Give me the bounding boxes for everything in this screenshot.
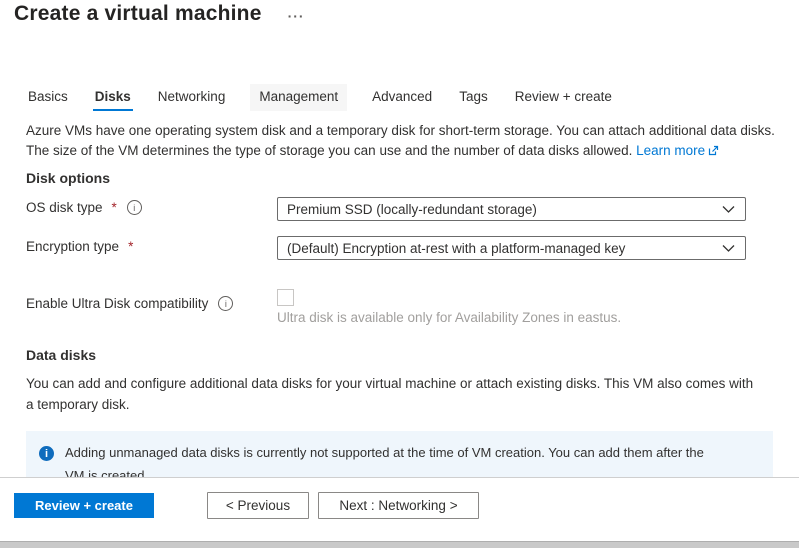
required-marker: * <box>128 239 133 254</box>
create-vm-page: Create a virtual machine ··· Basics Disks… <box>0 0 799 548</box>
more-options-icon[interactable]: ··· <box>288 8 305 24</box>
tab-bar: Basics Disks Networking Management Advanced T… <box>26 84 614 111</box>
info-icon: i <box>39 446 54 461</box>
encryption-type-label: Encryption type* <box>26 239 133 254</box>
data-disks-heading: Data disks <box>26 347 96 363</box>
tab-basics[interactable]: Basics <box>26 84 70 111</box>
external-link-icon <box>708 142 719 162</box>
previous-button[interactable]: < Previous <box>207 492 309 519</box>
os-disk-type-dropdown[interactable]: Premium SSD (locally-redundant storage) <box>277 197 746 221</box>
tab-tags[interactable]: Tags <box>457 84 490 111</box>
footer-bar: Review + create < Previous Next : Networ… <box>0 478 799 541</box>
tab-management[interactable]: Management <box>250 84 347 111</box>
required-marker: * <box>112 200 117 215</box>
os-disk-type-label: OS disk type* i <box>26 200 142 215</box>
ultra-disk-label: Enable Ultra Disk compatibility i <box>26 296 233 311</box>
tab-advanced[interactable]: Advanced <box>370 84 434 111</box>
tab-review-create[interactable]: Review + create <box>513 84 614 111</box>
encryption-type-value: (Default) Encryption at-rest with a plat… <box>287 241 625 256</box>
info-icon[interactable]: i <box>218 296 233 311</box>
learn-more-link[interactable]: Learn more <box>636 143 719 158</box>
intro-text: Azure VMs have one operating system disk… <box>26 121 778 163</box>
info-banner-text: Adding unmanaged data disks is currently… <box>65 441 721 477</box>
encryption-type-dropdown[interactable]: (Default) Encryption at-rest with a plat… <box>277 236 746 260</box>
ultra-disk-checkbox[interactable] <box>277 289 294 306</box>
page-title: Create a virtual machine <box>14 2 262 26</box>
data-disks-description: You can add and configure additional dat… <box>26 374 754 416</box>
os-disk-type-value: Premium SSD (locally-redundant storage) <box>287 202 537 217</box>
ultra-disk-helper-text: Ultra disk is available only for Availab… <box>277 310 621 325</box>
info-icon[interactable]: i <box>127 200 142 215</box>
chevron-down-icon <box>722 205 735 214</box>
page-header: Create a virtual machine ··· <box>14 2 305 26</box>
info-banner: i Adding unmanaged data disks is current… <box>26 431 773 477</box>
tab-networking[interactable]: Networking <box>156 84 228 111</box>
bottom-bar <box>0 541 799 548</box>
review-create-button[interactable]: Review + create <box>14 493 154 518</box>
chevron-down-icon <box>722 244 735 253</box>
disk-options-heading: Disk options <box>26 170 110 186</box>
next-networking-button[interactable]: Next : Networking > <box>318 492 479 519</box>
tab-disks[interactable]: Disks <box>93 84 133 111</box>
